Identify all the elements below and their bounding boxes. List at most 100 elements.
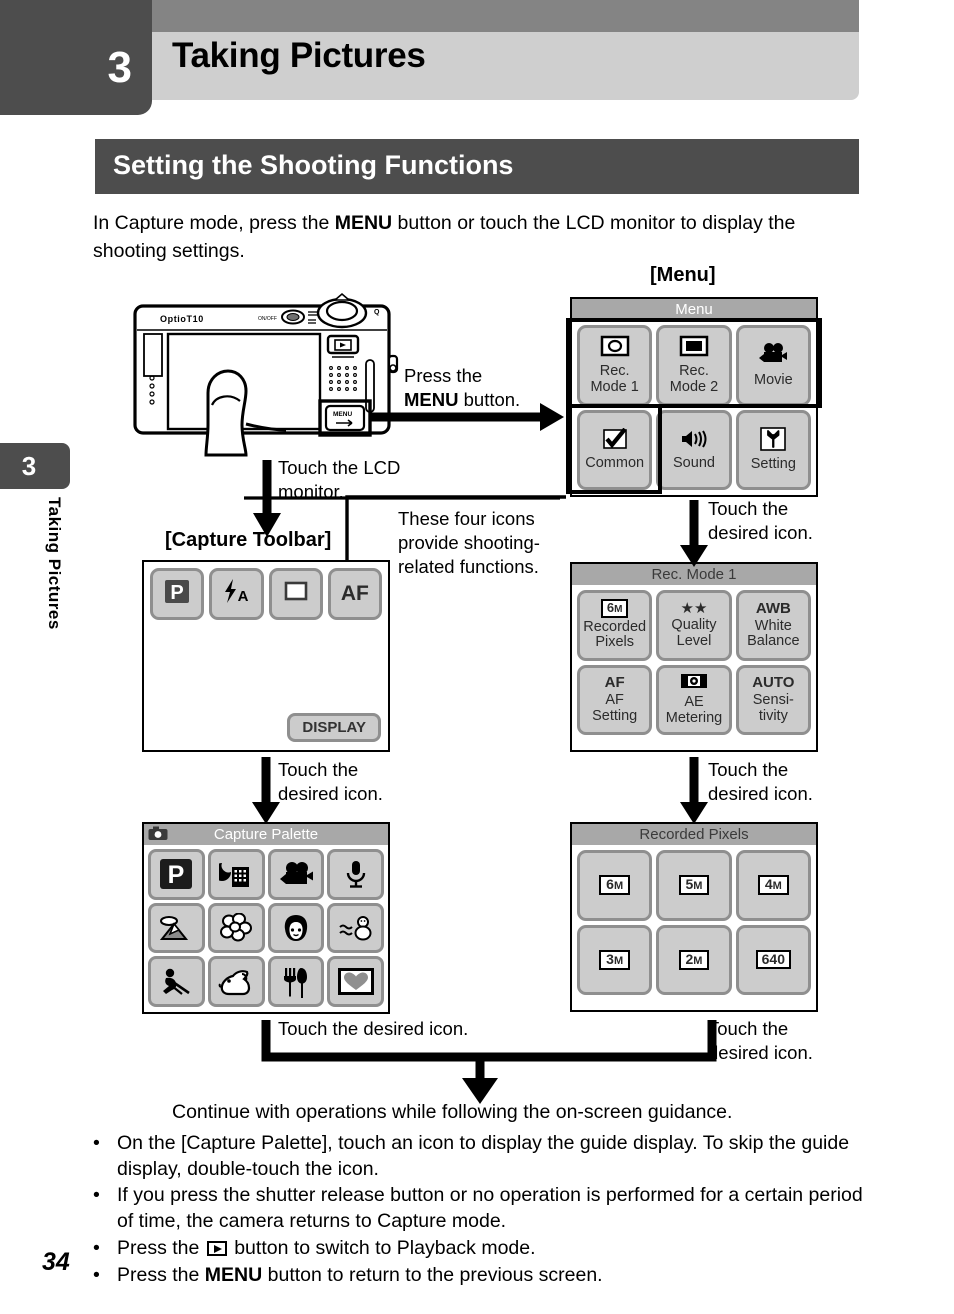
list-item-pre: Press the (117, 1263, 205, 1286)
recmode-tile-label: White Balance (747, 617, 800, 650)
side-chapter-label: Taking Pictures (45, 497, 64, 630)
page-number: 34 (42, 1248, 70, 1276)
menu-tile-label: Setting (750, 456, 796, 473)
palette-tile-movie[interactable] (267, 849, 325, 900)
drive-mode-icon (281, 578, 311, 610)
display-button[interactable]: DISPLAY (287, 713, 381, 742)
recmode-tile-sensitivity[interactable]: AUTO Sensi-tivity (735, 664, 811, 735)
palette-tile-portrait[interactable] (267, 902, 325, 954)
chapter-number: 3 (107, 42, 132, 92)
camera-icon (148, 826, 168, 840)
intro-paragraph: In Capture mode, press the MENU button o… (93, 210, 863, 265)
rec-mode-1-icon (600, 335, 630, 362)
menu-tile-rec-mode-2[interactable]: Rec. Mode 2 (656, 325, 732, 406)
camera-playback-button (326, 334, 360, 358)
recmode-tile-ae-metering[interactable]: AE Metering (656, 664, 732, 735)
palette-tile-sport[interactable] (148, 956, 205, 1007)
movie-icon (757, 342, 789, 371)
intro-part-1: In Capture mode, press the (93, 212, 335, 234)
palette-tile-night-scene[interactable] (207, 849, 265, 900)
recpix-tile-2m[interactable]: 2M (656, 924, 732, 995)
surf-snow-icon (338, 915, 372, 941)
camera-illustration: OptioT10 ON/OFF Q MENU (133, 292, 399, 457)
recpix-tile-3m[interactable]: 3M (577, 924, 653, 995)
annotation-press-menu-line1: Press the (404, 365, 483, 386)
list-item-text: Press the MENU button to return to the p… (117, 1263, 883, 1289)
bullet-marker: • (93, 1132, 100, 1154)
palette-tile-food[interactable] (267, 956, 325, 1007)
recmode-tile-label: AE Metering (665, 694, 723, 727)
svg-text:ON/OFF: ON/OFF (258, 316, 277, 322)
recpix-tile-5m[interactable]: 5M (656, 850, 732, 921)
annotation-touch-icon-1: Touch the desired icon. (708, 498, 813, 544)
annotation-press-menu: Press the MENU button. (404, 364, 554, 412)
sound-speaker-icon (678, 428, 710, 455)
annotation-menu-keyword: MENU (404, 389, 459, 411)
capture-toolbar-screen: P A AF DISPLAY (142, 560, 390, 752)
palette-tile-flower[interactable] (207, 902, 265, 954)
menu-tile-setting[interactable]: Setting (735, 409, 811, 490)
arrow-rec-mode-1-to-recorded-pixels (680, 757, 708, 824)
menu-tile-label: Rec. Mode 1 (590, 362, 639, 395)
palette-tile-frame-composite[interactable] (327, 956, 384, 1007)
frame-composite-icon (337, 968, 374, 996)
pixel-badge: 2M (678, 949, 710, 970)
pixel-badge: 640 (755, 950, 791, 970)
toolbar-button-program-mode[interactable]: P (150, 568, 205, 620)
menu-tile-label: Rec. Mode 2 (669, 362, 719, 395)
palette-tile-program[interactable]: P (148, 849, 205, 900)
recpix-tile-6m[interactable]: 6M (577, 850, 653, 921)
menu-tile-rec-mode-1[interactable]: Rec. Mode 1 (577, 325, 653, 406)
list-item: • Press the MENU button to return to the… (93, 1263, 883, 1289)
menu-tile-label: Common (585, 455, 645, 472)
toolbar-button-focus-mode[interactable]: AF (327, 568, 382, 620)
menu-tile-common[interactable]: Common (577, 409, 653, 490)
svg-text:MENU: MENU (333, 411, 352, 418)
camera-menu-button: MENU (318, 399, 372, 437)
pet-icon (218, 969, 251, 995)
palette-tile-surf-and-snow[interactable] (327, 902, 384, 954)
arrow-lcd-to-capture-toolbar (253, 460, 281, 537)
recpix-tile-4m[interactable]: 4M (735, 850, 811, 921)
recpix-tile-640[interactable]: 640 (735, 924, 811, 995)
palette-tile-pet[interactable] (207, 956, 265, 1007)
recmode-tile-label: Sensi-tivity (752, 692, 794, 724)
menu-tile-label: Sound (673, 455, 715, 472)
flower-icon (220, 912, 253, 942)
af-setting-badge: AF (604, 674, 625, 691)
svg-text:OptioT10: OptioT10 (160, 314, 204, 324)
list-item: • Press the button to switch to Playback… (93, 1236, 883, 1262)
recmode-tile-quality-level[interactable]: ★★ Quality Level (656, 590, 732, 661)
movie-icon (279, 862, 313, 885)
svg-text:P: P (170, 582, 183, 604)
palette-tile-landscape[interactable] (148, 902, 205, 954)
side-chapter-number: 3 (21, 450, 37, 481)
pixel-badge: 6M (599, 875, 631, 896)
toolbar-button-drive-mode[interactable] (268, 568, 323, 620)
focus-mode-icon: AF (340, 581, 369, 605)
toolbar-button-flash-mode[interactable]: A (209, 568, 264, 620)
page-title: Taking Pictures (172, 36, 426, 75)
rec-mode-1-screen: Rec. Mode 1 6M Recorded Pixels ★★ Quality… (570, 562, 818, 752)
capture-palette-title-text: Capture Palette (213, 826, 319, 843)
annotation-continue: Continue with operations while following… (172, 1101, 733, 1123)
pixel-badge: 5M (678, 875, 710, 896)
recmode-tile-recorded-pixels[interactable]: 6M Recorded Pixels (577, 590, 653, 661)
menu-tile-movie[interactable]: Movie (735, 325, 811, 406)
list-item-text: On the [Capture Palette], touch an icon … (117, 1132, 850, 1180)
annotation-touch-icon-5: Touch the desired icon. (708, 1018, 813, 1064)
landscape-icon (160, 915, 189, 940)
rec-mode-1-screen-title: Rec. Mode 1 (572, 564, 816, 585)
menu-tile-sound[interactable]: Sound (656, 409, 732, 490)
voice-recording-icon (346, 861, 365, 889)
recmode-tile-white-balance[interactable]: AWB White Balance (735, 590, 811, 661)
pixel-badge: 3M (599, 949, 631, 970)
quality-level-badge: ★★ (680, 600, 708, 618)
annotation-touch-icon-2: Touch the desired icon. (278, 759, 383, 805)
list-item-pre: Press the (117, 1236, 205, 1259)
palette-tile-voice-recording[interactable] (327, 849, 384, 900)
recmode-tile-af-setting[interactable]: AF AF Setting (577, 664, 653, 735)
list-item: • On the [Capture Palette], touch an ico… (93, 1131, 883, 1182)
recorded-pixels-screen-title: Recorded Pixels (572, 824, 816, 845)
list-item-post: button to switch to Playback mode. (228, 1236, 536, 1259)
